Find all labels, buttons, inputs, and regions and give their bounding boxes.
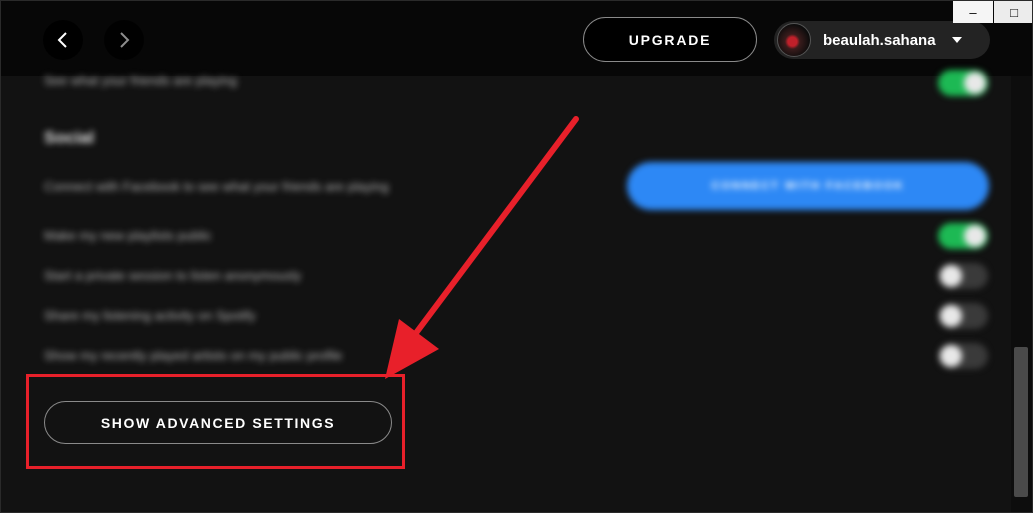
settings-content: See what your friends are playing Social…	[1, 70, 1011, 512]
private-session-toggle[interactable]	[938, 263, 988, 289]
recent-artists-toggle[interactable]	[938, 343, 988, 369]
scrollbar-thumb[interactable]	[1014, 347, 1028, 497]
facebook-connect-text: Connect with Facebook to see what your f…	[44, 179, 389, 194]
setting-row-label: Share my listening activity on Spotify	[44, 308, 256, 323]
app-window: UPGRADE beaulah.sahana – □ See what your…	[0, 0, 1033, 513]
public-playlists-toggle[interactable]	[938, 223, 988, 249]
section-heading-social: Social	[44, 128, 95, 147]
back-button[interactable]	[43, 20, 83, 60]
forward-button[interactable]	[104, 20, 144, 60]
connect-facebook-button[interactable]: CONNECT WITH FACEBOOK	[627, 162, 989, 210]
caret-down-icon	[951, 37, 962, 43]
setting-row-label: Start a private session to listen anonym…	[44, 268, 302, 283]
friends-activity-toggle[interactable]	[938, 70, 988, 96]
share-activity-toggle[interactable]	[938, 303, 988, 329]
avatar	[777, 23, 811, 57]
setting-row-label: Make my new playlists public	[44, 228, 212, 243]
chevron-right-icon	[120, 32, 130, 48]
upgrade-button[interactable]: UPGRADE	[583, 17, 757, 62]
username: beaulah.sahana	[823, 31, 936, 49]
maximize-button[interactable]: □	[994, 1, 1032, 23]
friends-activity-label: See what your friends are playing	[44, 73, 237, 88]
setting-row-label: Show my recently played artists on my pu…	[44, 348, 343, 363]
show-advanced-settings-button[interactable]: SHOW ADVANCED SETTINGS	[44, 401, 392, 444]
top-bar: UPGRADE beaulah.sahana	[1, 1, 1032, 76]
user-menu[interactable]: beaulah.sahana	[774, 21, 990, 59]
minimize-button[interactable]: –	[953, 1, 993, 23]
chevron-left-icon	[57, 32, 67, 48]
